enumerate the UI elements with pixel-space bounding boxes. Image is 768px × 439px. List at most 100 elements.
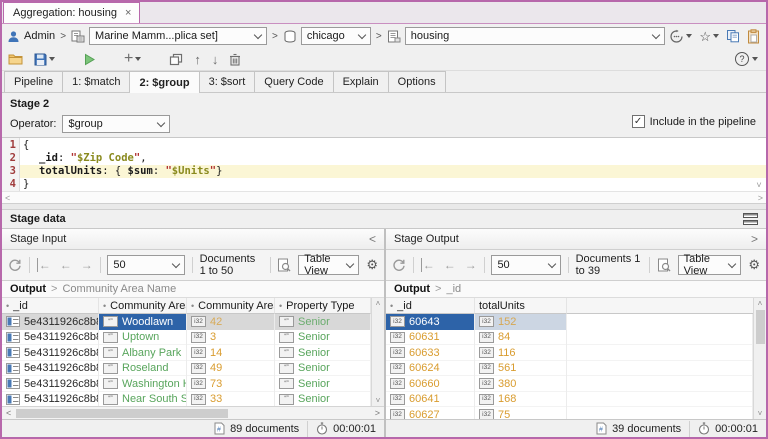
stage-input-header[interactable]: Stage Input <	[2, 229, 384, 250]
column-header-community-area-number[interactable]: •Community Area ...	[187, 298, 275, 314]
table-row[interactable]: i3260643 i32152	[386, 314, 753, 330]
page-size-dropdown[interactable]: 50	[107, 255, 185, 275]
move-stage-down-button[interactable]: ↓	[212, 53, 219, 66]
previous-page-icon[interactable]: ←	[60, 258, 72, 272]
number-cell[interactable]: i3260631	[386, 330, 475, 346]
find-in-documents-icon[interactable]	[277, 258, 291, 272]
scroll-down-icon[interactable]: ˅	[758, 409, 763, 418]
refresh-icon[interactable]	[8, 258, 22, 272]
number-cell[interactable]: i3242	[187, 314, 275, 330]
paste-button[interactable]	[747, 29, 760, 44]
number-cell[interactable]: i3260624	[386, 361, 475, 377]
duplicate-stage-button[interactable]	[169, 53, 183, 66]
tab-pipeline[interactable]: Pipeline	[4, 71, 63, 92]
database-dropdown[interactable]: chicago	[301, 27, 371, 45]
scroll-down-icon[interactable]: ˅	[756, 180, 761, 190]
column-header-id[interactable]: •_id	[2, 298, 99, 314]
number-cell[interactable]: i3260641	[386, 392, 475, 408]
number-cell[interactable]: i3214	[187, 345, 275, 361]
tab-explain[interactable]: Explain	[334, 71, 389, 92]
number-cell[interactable]: i3260660	[386, 376, 475, 392]
table-row[interactable]: 5e4311926c8b85... “”Near South Side i323…	[2, 392, 371, 407]
objectid-cell[interactable]: 5e4311926c8b85...	[2, 345, 99, 361]
number-cell[interactable]: i3260633	[386, 345, 475, 361]
gear-icon[interactable]: ⚙	[748, 257, 760, 273]
previous-page-icon[interactable]: ←	[444, 258, 456, 272]
stage-output-vertical-scrollbar[interactable]: ˄ ˅	[753, 298, 766, 419]
objectid-cell[interactable]: 5e4311926c8b85...	[2, 314, 99, 330]
number-cell[interactable]: i3260627	[386, 407, 475, 419]
scroll-left-icon[interactable]: <	[5, 193, 10, 203]
number-cell[interactable]: i3275	[475, 407, 567, 419]
gear-icon[interactable]: ⚙	[366, 257, 378, 273]
number-cell[interactable]: i3284	[475, 330, 567, 346]
table-row[interactable]: i3260660 i32380	[386, 376, 753, 392]
table-row[interactable]: i3260631 i3284	[386, 330, 753, 346]
page-size-dropdown[interactable]: 50	[491, 255, 560, 275]
save-button[interactable]	[34, 53, 55, 66]
editor-vertical-scrollbar[interactable]: ˅	[753, 139, 765, 190]
include-checkbox[interactable]: ✓	[632, 115, 645, 128]
code-area[interactable]: { _id: "$Zip Code", totalUnits: { $sum: …	[20, 138, 766, 191]
objectid-cell[interactable]: 5e4311926c8b85...	[2, 392, 99, 407]
string-cell[interactable]: “”Senior	[275, 376, 371, 392]
add-stage-button[interactable]: +	[124, 51, 141, 67]
copy-button[interactable]	[726, 29, 740, 43]
scrollbar-thumb[interactable]	[756, 310, 765, 344]
scrollbar-thumb[interactable]	[16, 409, 228, 418]
stage-output-header[interactable]: Stage Output >	[386, 229, 766, 250]
view-mode-dropdown[interactable]: Table View	[678, 255, 742, 275]
string-cell[interactable]: “”Washington H...	[99, 376, 187, 392]
string-cell-selected[interactable]: “”Woodlawn	[99, 314, 187, 330]
string-cell[interactable]: “”Senior	[275, 345, 371, 361]
expand-panel-icon[interactable]: >	[751, 232, 758, 246]
string-cell[interactable]: “”Uptown	[99, 330, 187, 346]
objectid-cell[interactable]: 5e4311926c8b85...	[2, 361, 99, 377]
scroll-up-icon[interactable]: ˄	[376, 299, 381, 308]
editor-results-splitter[interactable]	[2, 203, 766, 210]
open-button[interactable]	[8, 53, 23, 65]
delete-stage-button[interactable]	[229, 53, 241, 66]
breadcrumb-path[interactable]: _id	[446, 283, 461, 295]
collapse-panel-icon[interactable]: <	[369, 232, 376, 246]
run-pipeline-button[interactable]	[83, 53, 96, 66]
number-cell[interactable]: i32152	[475, 314, 567, 330]
string-cell[interactable]: “”Senior	[275, 392, 371, 407]
scroll-right-icon[interactable]: >	[375, 408, 380, 418]
scroll-left-icon[interactable]: <	[6, 408, 11, 418]
table-row[interactable]: i3260633 i32116	[386, 345, 753, 361]
number-cell[interactable]: i3273	[187, 376, 275, 392]
string-cell[interactable]: “”Near South Side	[99, 392, 187, 407]
server-dropdown[interactable]: Marine Mamm...plica set]	[89, 27, 267, 45]
string-cell[interactable]: “”Albany Park	[99, 345, 187, 361]
breadcrumb-root[interactable]: Output	[394, 283, 430, 295]
column-header-property-type[interactable]: •Property Type	[275, 298, 371, 314]
string-cell[interactable]: “”Roseland	[99, 361, 187, 377]
history-button[interactable]	[669, 29, 692, 44]
table-row[interactable]: 5e4311926c8b85... “”Roseland i3249 “”Sen…	[2, 361, 371, 377]
number-cell[interactable]: i32561	[475, 361, 567, 377]
number-cell[interactable]: i32116	[475, 345, 567, 361]
split-layout-icon[interactable]	[743, 213, 758, 225]
table-row[interactable]: i3260627 i3275	[386, 407, 753, 419]
table-row[interactable]: i3260624 i32561	[386, 361, 753, 377]
stage-input-vertical-scrollbar[interactable]: ˄ ˅	[371, 298, 384, 406]
tab-options[interactable]: Options	[389, 71, 446, 92]
breadcrumb-root[interactable]: Output	[10, 283, 46, 295]
number-cell[interactable]: i3233	[187, 392, 275, 407]
next-page-icon[interactable]: →	[465, 258, 477, 272]
find-in-documents-icon[interactable]	[657, 258, 671, 272]
scroll-right-icon[interactable]: >	[758, 193, 763, 203]
stage-code-editor[interactable]: 1 2 3 4 { _id: "$Zip Code", totalUnits: …	[2, 137, 766, 203]
string-cell[interactable]: “”Senior	[275, 330, 371, 346]
tab-3-sort[interactable]: 3: $sort	[200, 71, 256, 92]
number-cell[interactable]: i323	[187, 330, 275, 346]
move-stage-up-button[interactable]: ↑	[194, 53, 201, 66]
number-cell[interactable]: i32380	[475, 376, 567, 392]
number-cell[interactable]: i3249	[187, 361, 275, 377]
table-row[interactable]: 5e4311926c8b85... “”Albany Park i3214 “”…	[2, 345, 371, 361]
operator-dropdown[interactable]: $group	[62, 115, 170, 133]
stage-input-horizontal-scrollbar[interactable]: < >	[2, 406, 384, 419]
string-cell[interactable]: “”Senior	[275, 361, 371, 377]
scroll-up-icon[interactable]: ˄	[758, 299, 763, 308]
